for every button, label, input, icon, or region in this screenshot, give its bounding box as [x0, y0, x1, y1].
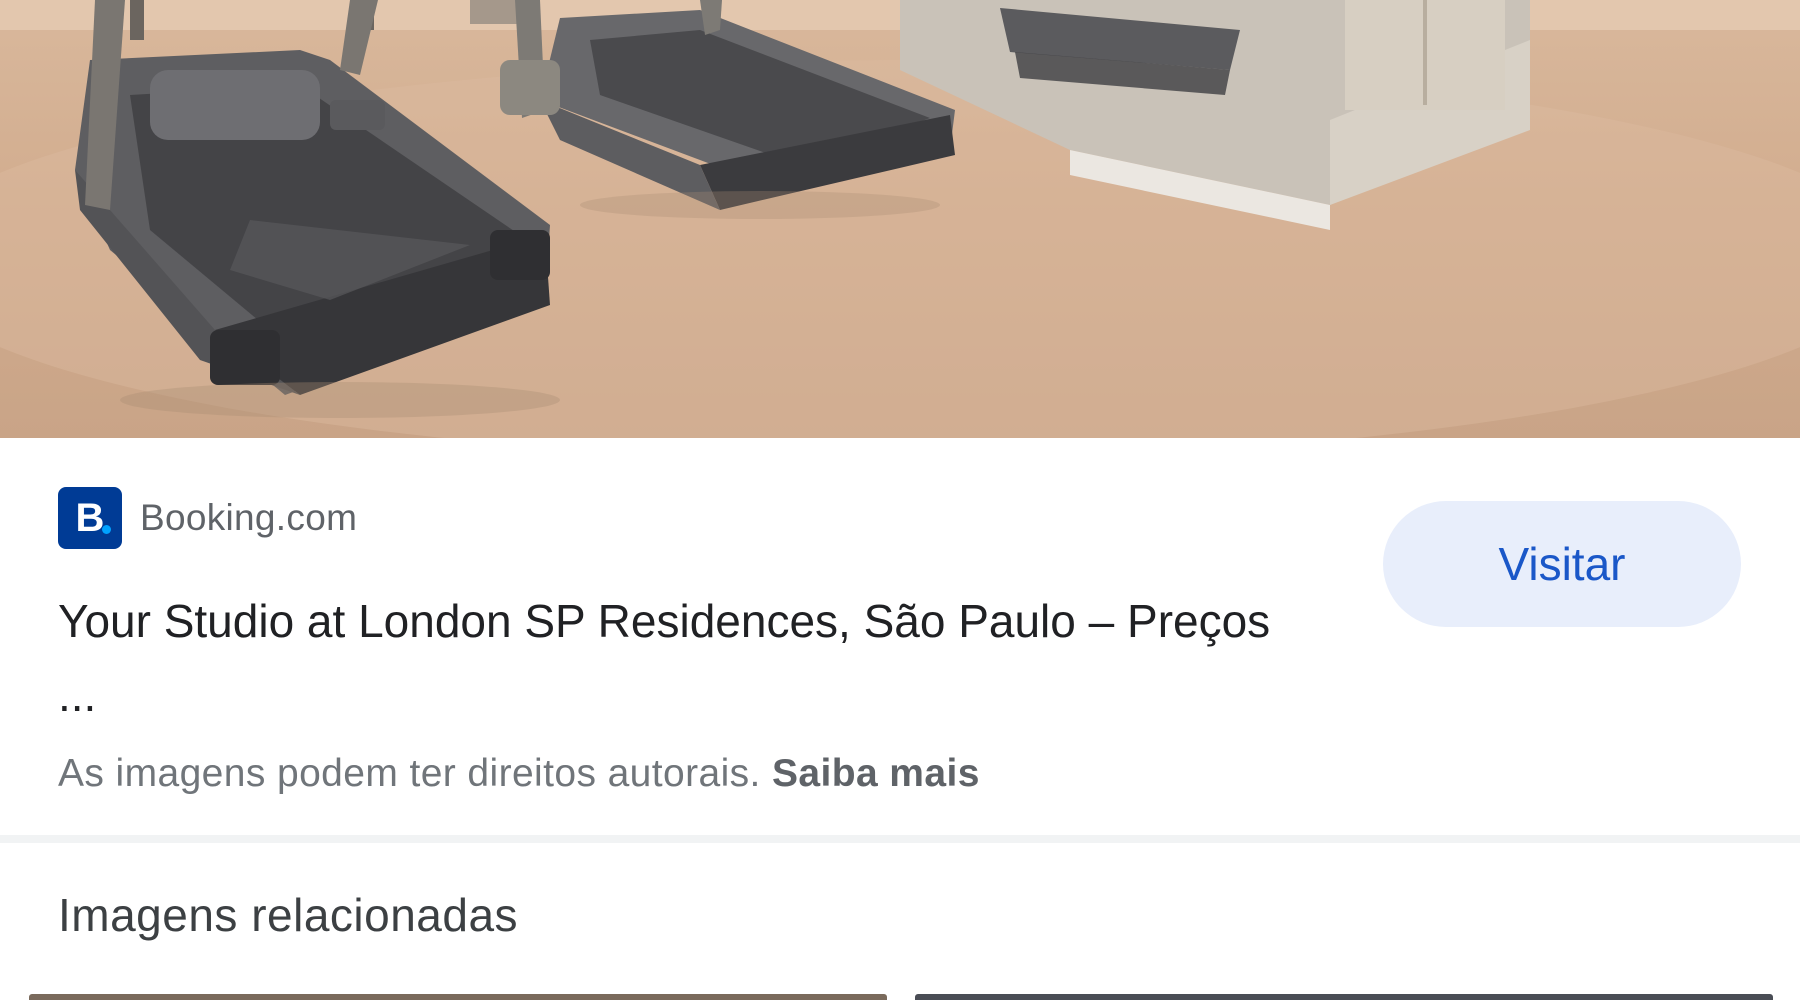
gym-treadmills-photo: [0, 0, 1800, 438]
logo-letter: B: [75, 495, 105, 540]
logo-dot: [102, 525, 111, 534]
source-row[interactable]: B Booking.com: [58, 487, 357, 549]
section-divider: [0, 835, 1800, 843]
learn-more-link[interactable]: Saiba mais: [772, 752, 980, 795]
related-image-thumbnail[interactable]: [29, 994, 887, 1000]
source-name: Booking.com: [140, 497, 358, 538]
visit-button[interactable]: Visitar: [1383, 501, 1741, 627]
related-image-thumbnail[interactable]: [915, 994, 1773, 1000]
copyright-text: As imagens podem ter direitos autorais.: [58, 752, 761, 795]
result-card: B Booking.com Your Studio at London SP R…: [0, 438, 1800, 835]
main-image[interactable]: [0, 0, 1800, 438]
booking-logo-icon: B: [58, 487, 122, 549]
copyright-notice: As imagens podem ter direitos autorais. …: [58, 752, 980, 796]
result-title[interactable]: Your Studio at London SP Residences, São…: [58, 584, 1308, 732]
related-images-heading: Imagens relacionadas: [58, 889, 519, 941]
